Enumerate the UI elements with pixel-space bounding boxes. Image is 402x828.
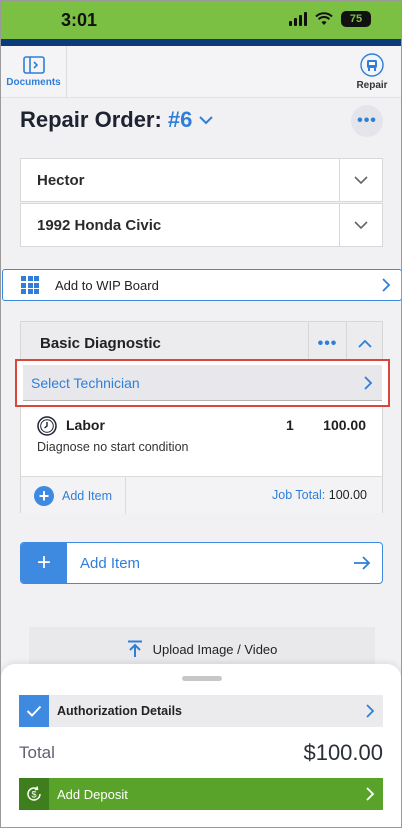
chevron-right-icon (357, 787, 383, 801)
vehicle-selector[interactable]: 1992 Honda Civic (20, 203, 383, 247)
customer-selector[interactable]: Hector (20, 158, 383, 202)
authorization-label: Authorization Details (57, 704, 183, 718)
plus-icon: + (34, 485, 54, 506)
chevron-down-icon[interactable] (198, 114, 214, 126)
status-bar: 3:01 75 (1, 1, 401, 39)
status-icons: 75 (289, 11, 371, 27)
arrow-right-icon (342, 556, 382, 570)
repair-button[interactable]: Repair (343, 46, 401, 98)
top-toolbar: Documents Repair (1, 46, 401, 98)
plus-icon: + (21, 543, 67, 583)
add-deposit-button[interactable]: $ Add Deposit (19, 778, 383, 810)
documents-icon (22, 56, 45, 74)
upload-label: Upload Image / Video (152, 641, 278, 657)
deposit-label: Add Deposit (57, 786, 128, 802)
clock-icon (37, 416, 57, 436)
line-qty: 1 (286, 417, 294, 433)
chevron-up-icon (357, 339, 372, 348)
more-options-button[interactable]: ••• (351, 105, 383, 137)
repair-icon (360, 53, 384, 77)
chevron-down-icon[interactable] (339, 204, 382, 246)
chevron-right-icon (371, 278, 401, 292)
svg-text:$: $ (31, 790, 36, 800)
app-frame: 3:01 75 Documents Repair Repair Order: #… (0, 0, 402, 828)
documents-button[interactable]: Documents (1, 46, 67, 98)
add-to-wip-button[interactable]: Add to WIP Board (2, 269, 401, 301)
header-accent-bar (1, 39, 401, 46)
sheet-drag-handle[interactable] (182, 676, 222, 681)
wip-label: Add to WIP Board (55, 277, 159, 293)
title-text: Repair Order: (20, 107, 162, 132)
grid-icon (21, 276, 39, 294)
job-add-item-button[interactable]: + Add Item (21, 477, 126, 514)
select-technician-button[interactable]: Select Technician (23, 365, 382, 401)
vehicle-name: 1992 Honda Civic (37, 216, 162, 234)
total-value: $100.00 (303, 740, 383, 765)
chevron-right-icon (354, 375, 382, 390)
job-footer: + Add Item Job Total: 100.00 (21, 476, 382, 514)
job-card: Basic Diagnostic ••• Labor 1 100.00 Diag… (20, 321, 383, 514)
add-item-button[interactable]: + Add Item (20, 542, 383, 584)
job-total: Job Total: 100.00 (272, 488, 367, 502)
add-item-label: Add Item (80, 554, 141, 572)
upload-icon (127, 640, 142, 657)
documents-label: Documents (6, 77, 61, 88)
job-name: Basic Diagnostic (40, 335, 161, 352)
status-time: 3:01 (61, 10, 98, 30)
signal-icon (289, 12, 307, 26)
bottom-sheet: Authorization Details Total $100.00 $ Ad… (1, 664, 401, 827)
job-total-value: 100.00 (328, 488, 367, 502)
technician-label: Select Technician (31, 374, 140, 391)
technician-highlight: Select Technician (15, 359, 390, 407)
repair-label: Repair (356, 80, 388, 91)
check-icon (19, 695, 49, 727)
page-title: Repair Order: #6 (20, 107, 214, 133)
customer-name: Hector (37, 171, 85, 189)
authorization-details-button[interactable]: Authorization Details (19, 695, 383, 727)
job-total-label: Job Total: (272, 488, 326, 502)
chevron-down-icon[interactable] (339, 159, 382, 201)
total-label: Total (19, 743, 55, 762)
order-total: Total $100.00 (19, 740, 383, 766)
line-amount: 100.00 (323, 417, 366, 433)
line-description: Diagnose no start condition (37, 440, 189, 454)
line-type: Labor (66, 417, 105, 433)
job-add-item-label: Add Item (62, 488, 113, 503)
wifi-icon (315, 12, 333, 25)
chevron-right-icon (357, 704, 383, 718)
deposit-icon: $ (19, 778, 49, 810)
order-number-selector[interactable]: #6 (168, 107, 192, 133)
battery-icon: 75 (341, 11, 371, 27)
